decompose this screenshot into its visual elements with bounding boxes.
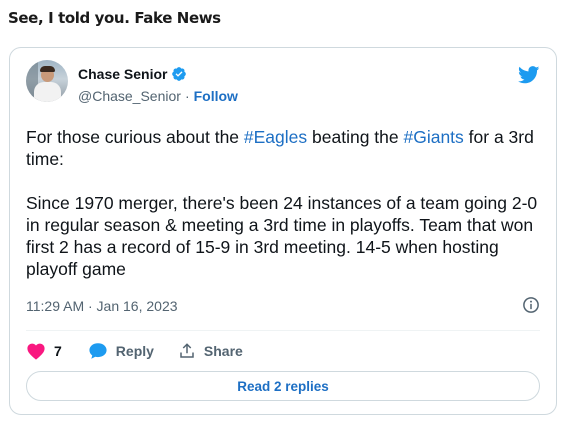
tweet-text-segment: beating the — [307, 127, 404, 147]
verified-badge-icon — [172, 67, 187, 81]
reply-bubble-icon — [89, 343, 107, 359]
tweet-text-segment: for a 3rd time: Since 1970 merger, there… — [26, 127, 538, 279]
tweet-text-segment: For those curious about the — [26, 127, 244, 147]
share-label: Share — [203, 343, 243, 359]
info-icon[interactable] — [522, 296, 540, 314]
tweet-timestamp[interactable]: 11:29 AM · Jan 16, 2023 — [26, 298, 178, 314]
hashtag-link[interactable]: #Giants — [403, 127, 463, 147]
post-title: See, I told you. Fake News — [8, 9, 221, 27]
read-replies-button[interactable]: Read 2 replies — [26, 371, 540, 401]
reply-label: Reply — [115, 343, 154, 359]
author-display-name[interactable]: Chase Senior — [78, 66, 167, 82]
share-button[interactable]: Share — [178, 342, 243, 360]
author-handle-row: @Chase_Senior · Follow — [78, 88, 238, 104]
hashtag-link[interactable]: #Eagles — [244, 127, 307, 147]
divider — [26, 330, 540, 331]
author-handle[interactable]: @Chase_Senior — [78, 88, 181, 104]
handle-separator: · — [184, 88, 190, 104]
like-button[interactable]: 7 — [26, 342, 62, 360]
tweet-body-text: For those curious about the #Eagles beat… — [26, 126, 542, 280]
avatar[interactable] — [26, 60, 68, 102]
reply-button[interactable]: Reply — [88, 342, 154, 360]
share-icon — [180, 343, 194, 358]
twitter-bird-icon[interactable] — [518, 66, 540, 84]
author-name-row: Chase Senior — [78, 66, 187, 82]
follow-link[interactable]: Follow — [194, 88, 238, 104]
avatar-body — [34, 82, 61, 102]
tweet-actions: 7 Reply Share — [26, 340, 243, 362]
like-count: 7 — [54, 343, 62, 359]
heart-icon — [27, 343, 45, 360]
embedded-tweet-card[interactable]: Chase Senior @Chase_Senior · Follow For … — [9, 47, 557, 415]
avatar-hair — [40, 66, 55, 72]
